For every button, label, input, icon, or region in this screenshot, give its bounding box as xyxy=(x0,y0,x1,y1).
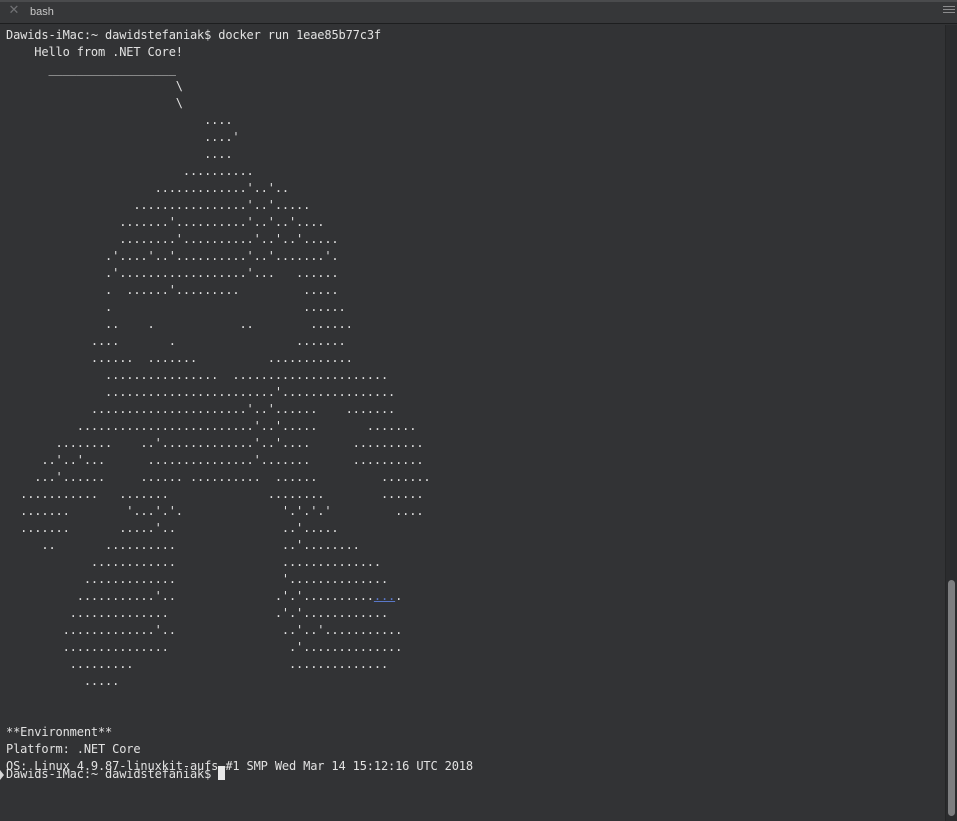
hamburger-menu-icon[interactable] xyxy=(943,6,955,17)
tab-title: bash xyxy=(30,6,54,18)
current-prompt: Dawids-iMac:~ dawidstefaniak$ xyxy=(6,767,212,781)
program-output: Hello from .NET Core! __________________… xyxy=(20,45,431,603)
current-prompt-line[interactable]: Dawids-iMac:~ dawidstefaniak$ xyxy=(6,766,226,783)
text-cursor xyxy=(218,766,226,780)
terminal-window: ✕ bash Dawids-iMac:~ dawidstefaniak$ doc… xyxy=(0,0,957,821)
output-link-suffix: . xyxy=(395,589,403,603)
close-icon[interactable]: ✕ xyxy=(8,4,20,17)
scrollbar-thumb[interactable] xyxy=(948,580,955,816)
terminal-output: Dawids-iMac:~ dawidstefaniak$ docker run… xyxy=(6,27,473,775)
tab-bar: ✕ bash xyxy=(0,0,957,24)
command-text: docker run 1eae85b77c3f xyxy=(218,28,381,42)
tab-bash[interactable]: ✕ bash xyxy=(0,2,200,23)
output-link[interactable]: ... xyxy=(374,589,395,603)
program-output-continued: .............. .'.'............ ........… xyxy=(6,606,473,773)
terminal-output-area[interactable]: Dawids-iMac:~ dawidstefaniak$ docker run… xyxy=(0,25,945,821)
command-prompt: Dawids-iMac:~ dawidstefaniak$ xyxy=(6,28,212,42)
prompt-marker-icon xyxy=(0,770,4,780)
